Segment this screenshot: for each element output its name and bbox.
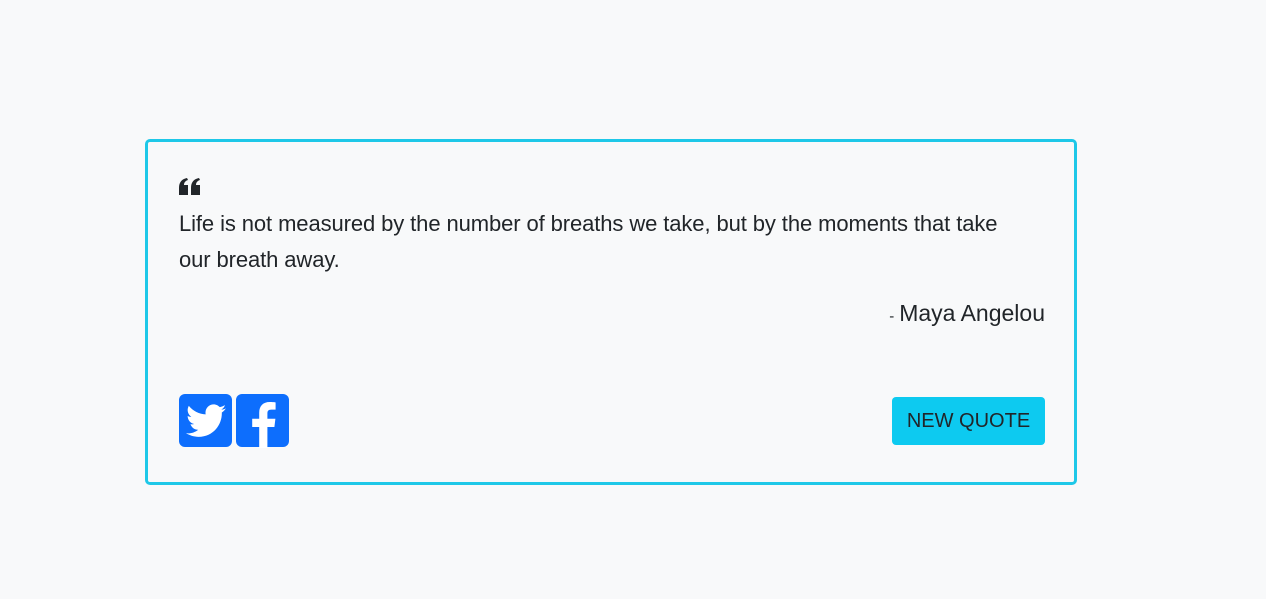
quote-left-icon — [179, 178, 200, 195]
tweet-quote-button[interactable] — [179, 394, 232, 447]
quote-author: - Maya Angelou — [889, 298, 1045, 332]
facebook-icon — [251, 401, 276, 448]
author-dash: - — [889, 308, 895, 325]
author-name: Maya Angelou — [899, 300, 1045, 326]
share-buttons — [179, 394, 289, 448]
facebook-share-button[interactable] — [236, 394, 289, 448]
twitter-icon — [185, 403, 226, 437]
quote-box: Life is not measured by the number of br… — [145, 139, 1077, 485]
new-quote-button[interactable]: NEW QUOTE — [892, 397, 1045, 445]
quote-text: Life is not measured by the number of br… — [179, 211, 998, 272]
